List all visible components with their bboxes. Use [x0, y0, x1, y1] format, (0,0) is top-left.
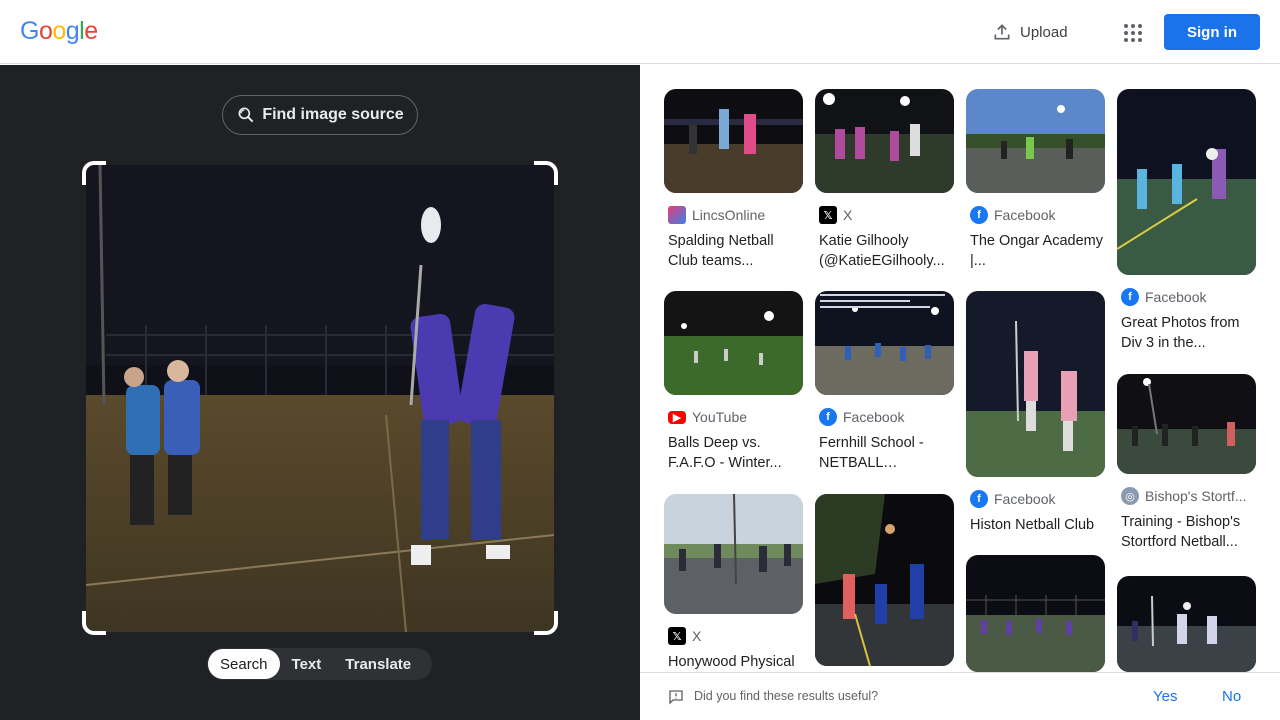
feedback-question: Did you find these results useful? [694, 689, 879, 703]
result-card[interactable]: ▶ YouTube Balls Deep vs. F.A.F.O - Winter… [664, 291, 803, 473]
result-title: The Ongar Academy |... [970, 233, 1103, 269]
result-thumbnail [966, 291, 1105, 477]
result-thumbnail [664, 89, 803, 193]
result-thumbnail [1117, 374, 1256, 474]
result-thumbnail [1117, 89, 1256, 275]
result-source: X [692, 628, 702, 644]
feedback-icon [669, 690, 683, 705]
globe-icon: ◎ [1121, 487, 1139, 505]
result-card[interactable]: f Facebook Great Photos from Div 3 in the… [1117, 89, 1256, 353]
feedback-no-button[interactable]: No [1222, 688, 1241, 705]
lens-mode-switch: Search Text Translate [207, 648, 432, 680]
result-source: Facebook [994, 207, 1056, 223]
mode-text-tab[interactable]: Text [280, 649, 334, 679]
upload-icon [994, 24, 1010, 40]
crop-handle-top-left[interactable] [82, 161, 106, 185]
crop-handle-top-right[interactable] [534, 161, 558, 185]
result-source: Bishop's Stortf... [1145, 488, 1247, 504]
result-title: Great Photos from Div 3 in the... [1121, 315, 1240, 351]
mode-search-tab[interactable]: Search [208, 649, 280, 679]
upload-button[interactable]: Upload [992, 20, 1068, 44]
result-title: Balls Deep vs. F.A.F.O - Winter... [668, 435, 782, 471]
find-image-source-label: Find image source [262, 106, 404, 123]
facebook-icon: f [819, 408, 837, 426]
result-thumbnail [966, 555, 1105, 672]
result-source: X [843, 207, 853, 223]
x-logo-icon: 𝕏 [668, 627, 686, 645]
result-thumbnail [815, 494, 954, 666]
result-source: YouTube [692, 409, 748, 425]
google-logo[interactable]: Google [20, 17, 98, 46]
lens-image-panel: Find image source Search Text Translate [0, 65, 640, 720]
feedback-yes-button[interactable]: Yes [1153, 688, 1177, 705]
result-card[interactable] [1117, 576, 1256, 672]
result-thumbnail [1117, 576, 1256, 672]
query-image[interactable] [86, 165, 554, 632]
result-title: Histon Netball Club [970, 517, 1095, 533]
facebook-icon: f [970, 490, 988, 508]
result-card[interactable]: LincsOnline Spalding Netball Club teams.… [664, 89, 803, 271]
result-title: Katie Gilhooly (@KatieEGilhooly... [819, 233, 945, 269]
result-thumbnail [815, 291, 954, 395]
result-source: Facebook [1145, 289, 1207, 305]
result-card[interactable]: 𝕏X Katie Gilhooly (@KatieEGilhooly... [815, 89, 954, 271]
result-card[interactable] [966, 555, 1105, 672]
result-card[interactable]: 𝕏X Honywood Physical [664, 494, 803, 672]
result-card[interactable]: f Facebook The Ongar Academy |... [966, 89, 1105, 271]
header: Google Upload Sign in [0, 0, 1280, 64]
result-source: LincsOnline [692, 207, 766, 223]
sign-in-button[interactable]: Sign in [1164, 14, 1260, 50]
mode-translate-tab[interactable]: Translate [333, 649, 423, 679]
result-thumbnail [664, 291, 803, 395]
apps-grid-icon[interactable] [1118, 18, 1146, 46]
lens-search-icon [238, 107, 254, 123]
result-title: Fernhill School - NETBALL FESTIVA... [819, 435, 924, 471]
result-card[interactable]: f Facebook Fernhill School - NETBALL FEST… [815, 291, 954, 473]
result-card[interactable]: f Facebook Histon Netball Club [966, 291, 1105, 555]
result-title: Honywood Physical [668, 654, 795, 670]
result-thumbnail [664, 494, 803, 614]
feedback-bar: Did you find these results useful? Yes N… [640, 672, 1280, 720]
facebook-icon: f [1121, 288, 1139, 306]
crop-handle-bottom-left[interactable] [82, 611, 106, 635]
result-source: Facebook [843, 409, 905, 425]
result-thumbnail [815, 89, 954, 193]
upload-label: Upload [1020, 23, 1068, 41]
find-image-source-button[interactable]: Find image source [222, 95, 418, 135]
result-title: Training - Bishop's Stortford Netball... [1121, 514, 1241, 550]
result-title: Spalding Netball Club teams... [668, 233, 774, 269]
facebook-icon: f [970, 206, 988, 224]
result-card[interactable]: ◎ Bishop's Stortf... Training - Bishop's … [1117, 374, 1256, 552]
youtube-icon: ▶ [668, 410, 686, 424]
lincsonline-icon [668, 206, 686, 224]
visual-matches-grid: LincsOnline Spalding Netball Club teams.… [640, 65, 1280, 672]
result-card[interactable] [815, 494, 954, 672]
crop-handle-bottom-right[interactable] [534, 611, 558, 635]
result-thumbnail [966, 89, 1105, 193]
result-source: Facebook [994, 491, 1056, 507]
x-logo-icon: 𝕏 [819, 206, 837, 224]
